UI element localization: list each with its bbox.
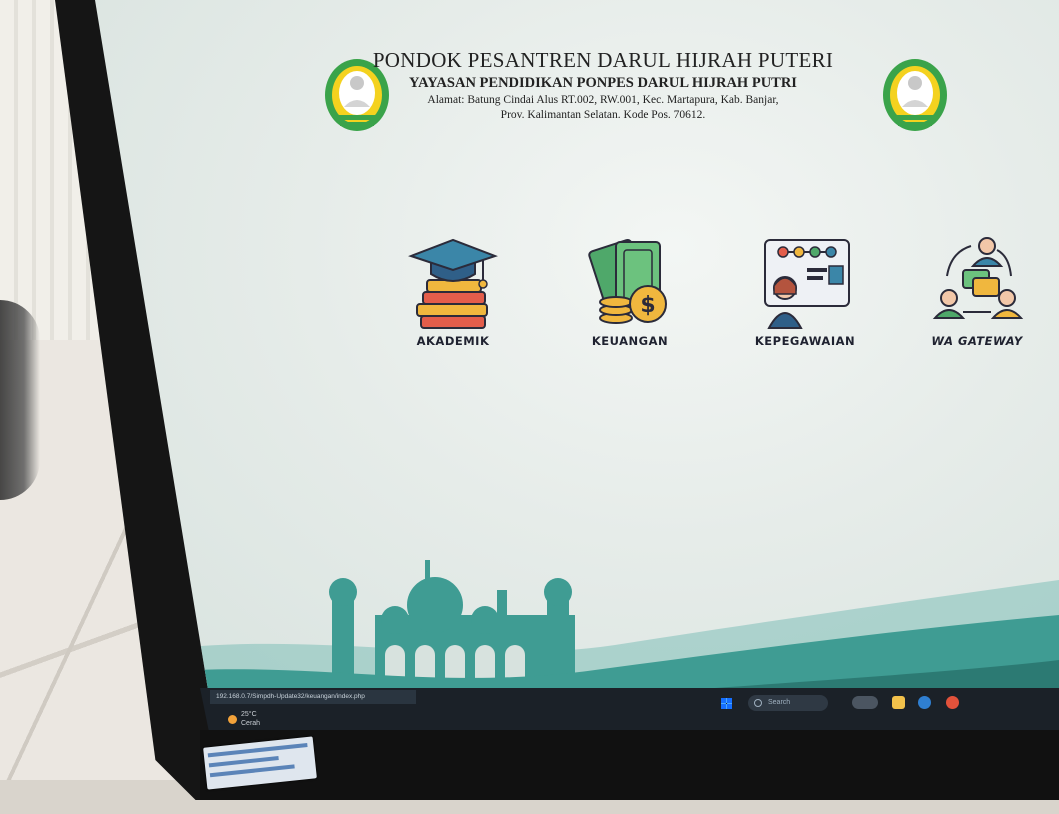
menu-wa-gateway-label: WA GATEWAY: [931, 334, 1023, 348]
background-shadow: [0, 300, 40, 500]
taskbar-app-widget-icon[interactable]: [852, 696, 878, 709]
mosque-landscape: [95, 560, 1059, 706]
svg-text:$: $: [640, 293, 655, 318]
weather-temp: 25°C: [241, 711, 257, 718]
menu-keuangan[interactable]: $ KEUANGAN: [565, 232, 695, 348]
taskbar-search[interactable]: Search: [748, 695, 828, 711]
monitor-bezel: [200, 730, 1059, 800]
institution-title: PONDOK PESANTREN DARUL HIJRAH PUTERI: [372, 48, 834, 72]
address-line-2: Prov. Kalimantan Selatan. Kode Pos. 7061…: [500, 109, 706, 121]
chrome-browser-icon[interactable]: [946, 696, 959, 709]
graduation-books-icon: [408, 238, 498, 329]
chat-network-icon: [932, 237, 1024, 319]
menu-kepegawaian[interactable]: KEPEGAWAIAN: [740, 232, 870, 348]
money-coins-icon: $: [588, 238, 667, 324]
sun-icon: [228, 714, 237, 724]
menu-akademik-label: AKADEMIK: [416, 334, 490, 348]
foundation-subtitle: YAYASAN PENDIDIKAN PONPES DARUL HIJRAH P…: [409, 75, 797, 91]
status-url: 192.168.0.7/Simpdh-Update32/keuangan/ind…: [210, 690, 416, 704]
windows-start-icon[interactable]: [721, 698, 732, 709]
search-icon: [754, 699, 762, 707]
weather-desc: Cerah: [241, 720, 261, 727]
menu-wa-gateway[interactable]: WA GATEWAY: [912, 232, 1042, 348]
employee-profile-icon: [764, 239, 850, 329]
edge-browser-icon[interactable]: [918, 696, 931, 709]
weather-widget[interactable]: 25°C Cerah: [228, 710, 260, 728]
menu-kepegawaian-label: KEPEGAWAIAN: [754, 334, 856, 348]
file-explorer-icon[interactable]: [892, 696, 905, 709]
search-placeholder: Search: [768, 699, 791, 706]
page-header: PONDOK PESANTREN DARUL HIJRAH PUTERI YAY…: [323, 48, 883, 122]
menu-akademik[interactable]: AKADEMIK: [388, 232, 518, 348]
address-line-1: Alamat: Batung Cindai Alus RT.002, RW.00…: [427, 94, 779, 106]
school-logo-right-icon: [883, 59, 947, 131]
menu-keuangan-label: KEUANGAN: [591, 334, 669, 348]
